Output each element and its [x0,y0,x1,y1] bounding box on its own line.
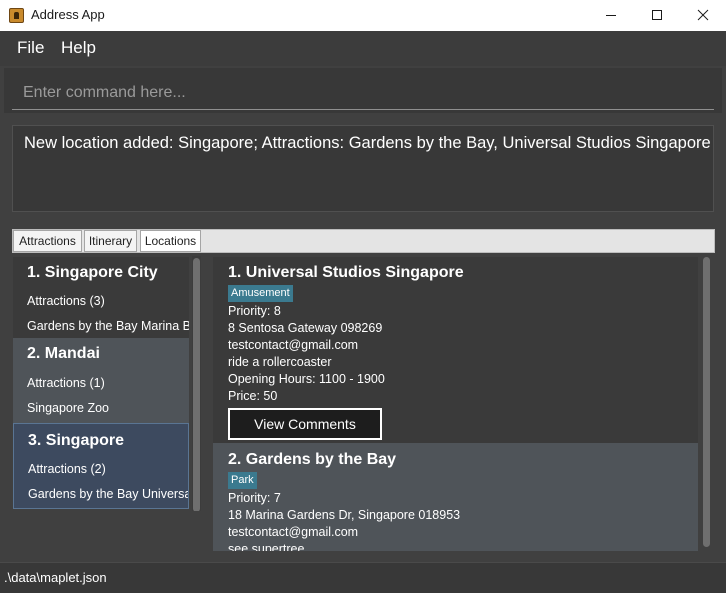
location-attractions-list: Gardens by the Bay Marina B [27,319,189,333]
location-attractions-list: Singapore Zoo [27,401,110,415]
attraction-description: see supertree [228,542,305,551]
maximize-icon [652,10,662,20]
tab-attractions[interactable]: Attractions [13,230,82,252]
result-message: New location added: Singapore; Attractio… [24,134,711,152]
close-icon [697,9,709,21]
attraction-title: 1. Universal Studios Singapore [228,264,464,281]
address-book-icon [9,8,24,23]
attraction-list[interactable]: 1. Universal Studios Singapore Amusement… [212,254,712,551]
menu-bar: File Help [0,31,726,66]
menu-file[interactable]: File [17,38,44,58]
location-attractions-label: Attractions (3) [27,294,105,308]
location-card[interactable]: 2. Mandai Attractions (1) Singapore Zoo [13,338,189,423]
attraction-hours: Opening Hours: 1100 - 1900 [228,372,385,386]
scrollbar-thumb[interactable] [193,258,200,511]
location-attractions-label: Attractions (2) [28,462,106,476]
save-file-path: .\data\maplet.json [4,570,107,585]
location-card[interactable]: 1. Singapore City Attractions (3) Garden… [13,257,189,339]
close-button[interactable] [680,0,726,31]
command-input[interactable] [12,76,714,110]
locations-tab-content: 1. Singapore City Attractions (3) Garden… [12,254,715,582]
minimize-button[interactable] [588,0,634,31]
location-attractions-label: Attractions (1) [27,376,105,390]
maximize-button[interactable] [634,0,680,31]
title-bar: Address App [0,0,726,31]
status-bar: .\data\maplet.json [0,562,726,593]
location-title: 2. Mandai [27,345,100,362]
attraction-email: testcontact@gmail.com [228,338,359,352]
attraction-price: Price: 50 [228,389,278,403]
result-display: New location added: Singapore; Attractio… [12,125,714,212]
attraction-card[interactable]: 1. Universal Studios Singapore Amusement… [213,257,698,443]
attraction-priority: Priority: 7 [228,491,281,505]
window-title: Address App [31,7,105,22]
location-title: 3. Singapore [28,432,125,449]
attraction-priority: Priority: 8 [228,304,281,318]
scrollbar-thumb[interactable] [703,257,710,547]
attraction-list-vertical-scrollbar[interactable] [702,257,711,551]
location-list[interactable]: 1. Singapore City Attractions (3) Garden… [12,254,205,511]
attraction-email: testcontact@gmail.com [228,525,359,539]
view-comments-button[interactable]: View Comments [228,408,382,440]
attraction-tag: Park [228,472,257,489]
location-list-vertical-scrollbar[interactable] [192,256,201,511]
tab-locations[interactable]: Locations [140,230,201,252]
minimize-icon [606,15,616,16]
attraction-title: 2. Gardens by the Bay [228,451,397,468]
attraction-address: 8 Sentosa Gateway 098269 [228,321,383,335]
attraction-address: 18 Marina Gardens Dr, Singapore 018953 [228,508,461,522]
location-attractions-list: Gardens by the Bay Universal S [28,487,189,501]
attraction-tag: Amusement [228,285,293,302]
location-card-selected[interactable]: 3. Singapore Attractions (2) Gardens by … [13,423,189,509]
menu-help[interactable]: Help [61,38,96,58]
location-title: 1. Singapore City [27,264,158,281]
tab-itinerary[interactable]: Itinerary [84,230,137,252]
attraction-card[interactable]: 2. Gardens by the Bay Park Priority: 7 1… [213,443,698,551]
attraction-description: ride a rollercoaster [228,355,332,369]
app-window: File Help New location added: Singapore;… [0,31,726,593]
command-box [4,68,722,113]
tab-bar: Attractions Itinerary Locations [12,229,715,253]
